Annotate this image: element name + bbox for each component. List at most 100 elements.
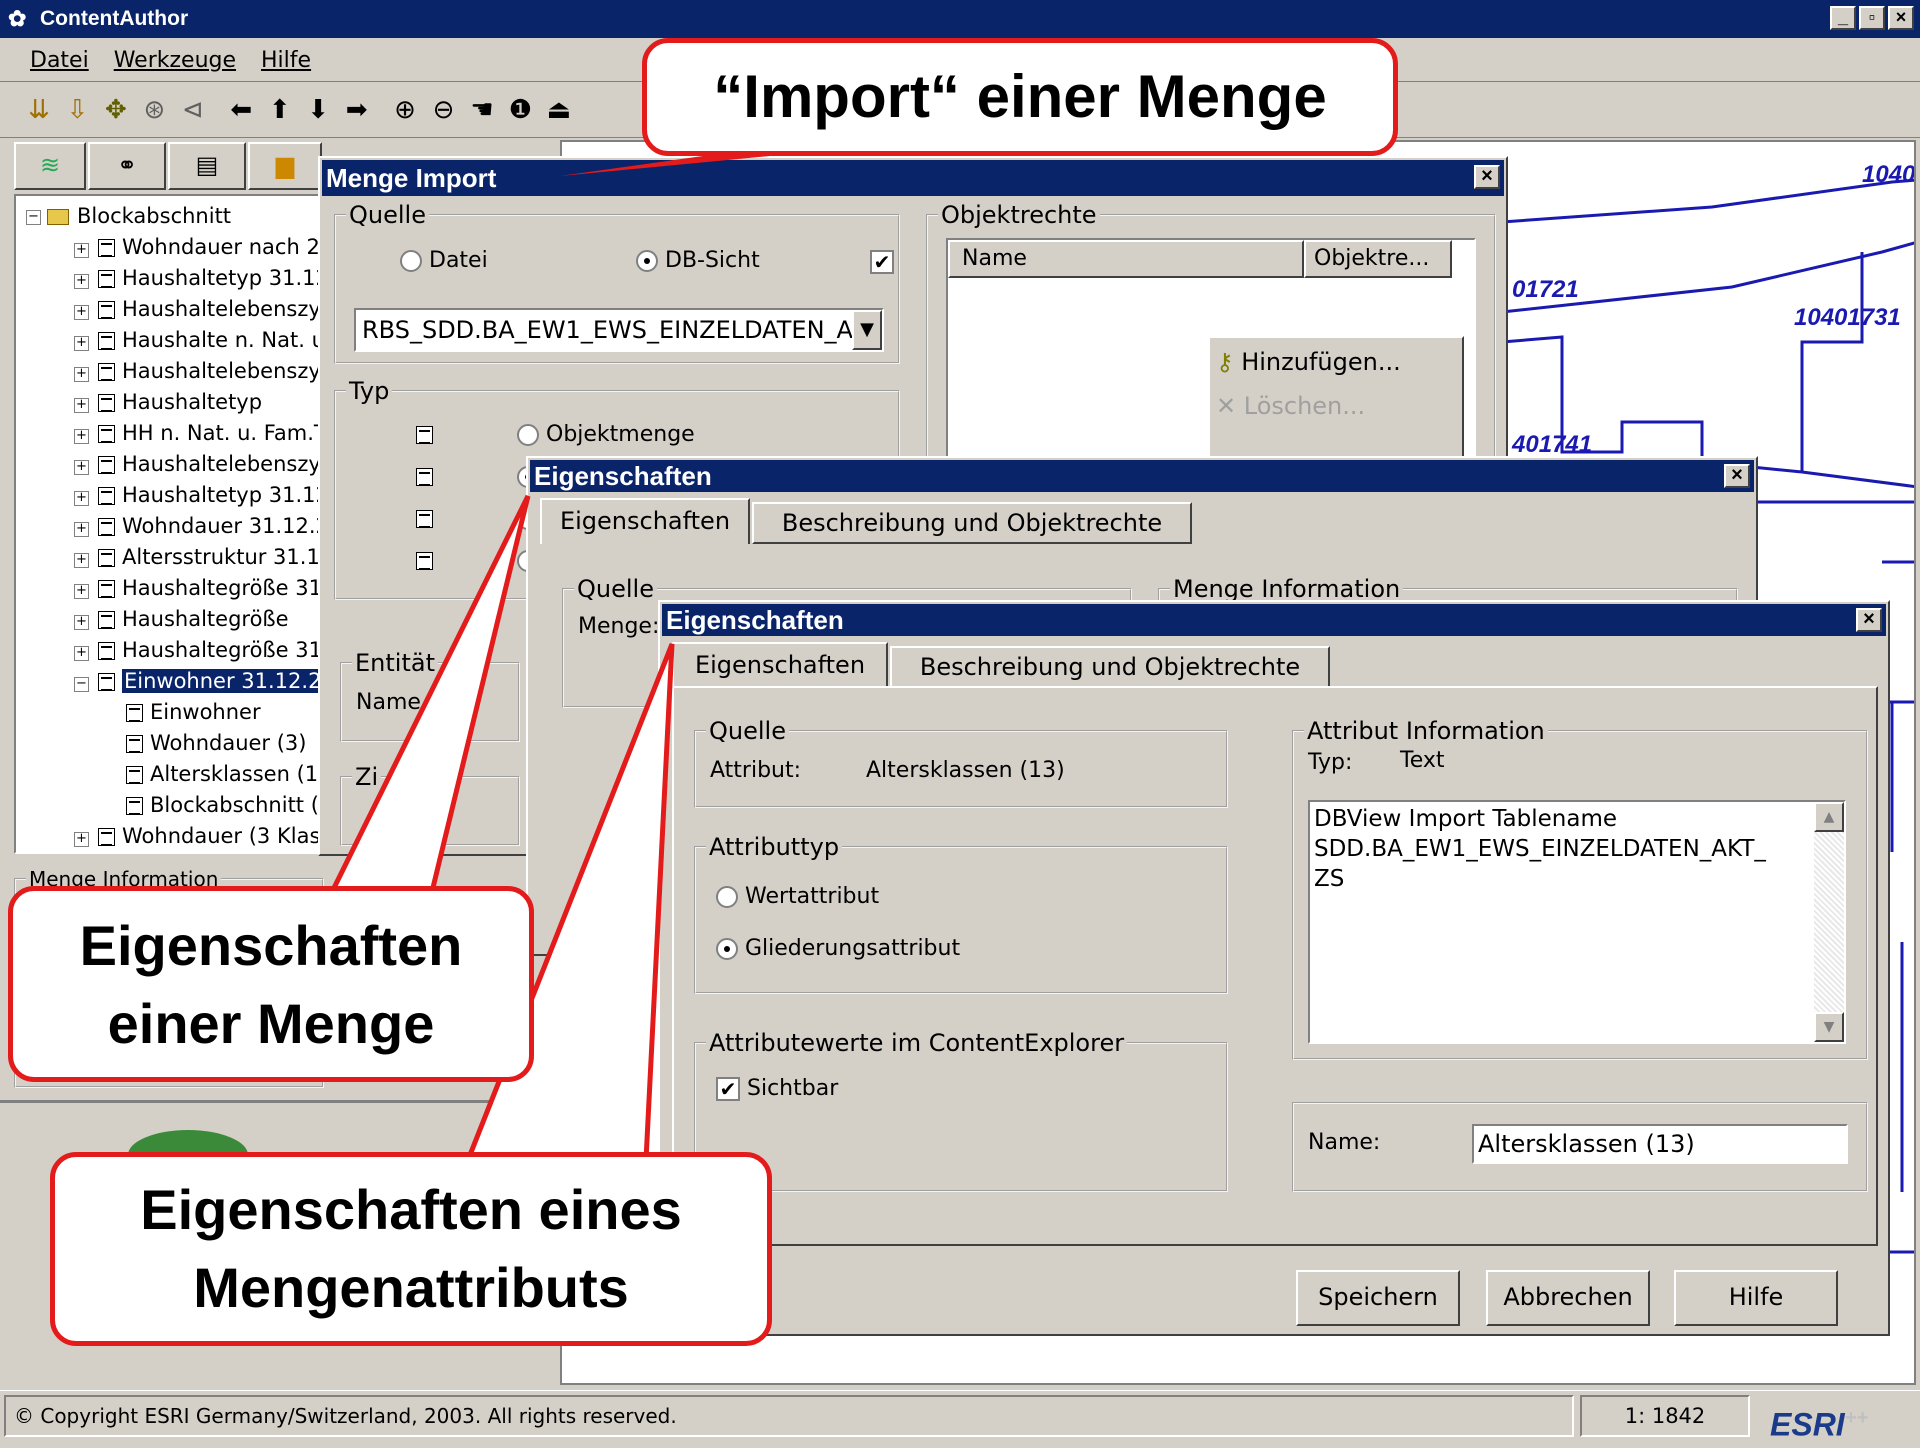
name-input[interactable]: Altersklassen (13): [1472, 1124, 1848, 1164]
layer-tree: − Blockabschnitt + Wohndauer nach 2.A + Hau…: [14, 194, 324, 854]
restore-button[interactable]: ▫: [1859, 6, 1885, 30]
tree-item[interactable]: +Altersstruktur 31.12.2: [26, 545, 322, 576]
arrow-up-icon[interactable]: ⬆: [263, 92, 297, 126]
abbrechen-button[interactable]: Abbrechen: [1486, 1270, 1650, 1326]
tree-item[interactable]: + HH n. Nat. u. Fam.Ty: [26, 421, 322, 452]
tree-item-selected[interactable]: −Einwohner 31.12.200: [26, 669, 322, 700]
speichern-button[interactable]: Speichern: [1296, 1270, 1460, 1326]
menge-import-titlebar: Menge Import ×: [322, 160, 1504, 196]
hilfe-button[interactable]: Hilfe: [1674, 1270, 1838, 1326]
name-group: Name: Altersklassen (13): [1292, 1102, 1868, 1192]
zoom-in-icon[interactable]: ⊕: [388, 92, 422, 126]
layer-add-icon[interactable]: ⇊: [22, 92, 56, 126]
tree-child[interactable]: Blockabschnitt (N: [26, 793, 322, 824]
col-name-header[interactable]: Name: [948, 240, 1304, 278]
callout-attribut: Eigenschaften eines Mengenattributs: [50, 1152, 772, 1346]
entitaet-group: Entität Name: [340, 649, 520, 742]
callout-menge-line2: einer Menge: [107, 992, 435, 1055]
scrollbar[interactable]: ▲ ▼: [1814, 802, 1844, 1042]
arrow-left-icon[interactable]: ⬅: [224, 92, 258, 126]
layers-icon[interactable]: ≋: [14, 142, 86, 190]
tree-root[interactable]: − Blockabschnitt: [26, 204, 322, 235]
zoom-out-icon[interactable]: ⊖: [427, 92, 461, 126]
tree-child[interactable]: Altersklassen (13: [26, 762, 322, 793]
menu-hilfe[interactable]: Hilfe: [261, 48, 311, 73]
db-sicht-radio[interactable]: DB-Sicht: [636, 248, 760, 273]
layer-settings-icon[interactable]: ⊛: [137, 92, 171, 126]
tree-child[interactable]: Einwohner: [26, 700, 322, 731]
hinzufuegen-menu-item[interactable]: ⚷ Hinzufügen...: [1216, 348, 1401, 376]
map-label: 1040: [1862, 161, 1916, 188]
tree-item[interactable]: + Haushaltetyp: [26, 390, 322, 421]
menu-werkzeuge[interactable]: Werkzeuge: [114, 48, 236, 73]
table-icon[interactable]: ▤: [168, 142, 246, 190]
chevron-down-icon[interactable]: ▼: [852, 310, 882, 350]
attribut-information-group: Attribut Information Typ: Text DBView Im…: [1292, 717, 1868, 1060]
typ-radio-4[interactable]: [416, 548, 539, 573]
tab-eigenschaften[interactable]: Eigenschaften: [672, 642, 888, 688]
wertattribut-radio[interactable]: Wertattribut: [716, 884, 879, 909]
group-label: Menge Information: [1170, 575, 1404, 603]
status-copyright: © Copyright ESRI Germany/Switzerland, 20…: [4, 1395, 1574, 1437]
callout-menge: Eigenschaften einer Menge: [8, 886, 534, 1082]
tab-beschreibung[interactable]: Beschreibung und Objektrechte: [752, 502, 1192, 544]
tablename-textarea[interactable]: DBView Import Tablename SDD.BA_EW1_EWS_E…: [1308, 800, 1846, 1044]
attributtyp-group: Attributtyp Wertattribut Gliederungsattr…: [694, 833, 1228, 994]
close-button[interactable]: ×: [1888, 6, 1914, 30]
callout-menge-line1: Eigenschaften: [79, 914, 463, 977]
tree-item[interactable]: + Haushaltelebenszykl: [26, 359, 322, 390]
map-label: 10401731: [1794, 304, 1901, 331]
db-sicht-checkbox[interactable]: ✔: [870, 250, 894, 274]
group-label: Typ: [346, 377, 393, 405]
scroll-down-icon[interactable]: ▼: [1814, 1012, 1844, 1042]
loeschen-menu-item[interactable]: ✕ Löschen...: [1216, 392, 1365, 420]
chart-icon[interactable]: ▆: [248, 142, 322, 190]
close-icon[interactable]: ×: [1856, 608, 1882, 632]
left-panel-tabs: ≋ ⚭ ▤ ▆: [14, 142, 324, 190]
objektmenge-radio[interactable]: Objektmenge: [416, 422, 695, 447]
layer-import-icon[interactable]: ⇩: [60, 92, 94, 126]
minimize-button[interactable]: _: [1830, 6, 1856, 30]
tab-beschreibung[interactable]: Beschreibung und Objektrechte: [890, 646, 1330, 688]
group-label: Attribut Information: [1304, 717, 1548, 745]
tree-child[interactable]: Wohndauer (3): [26, 731, 322, 762]
callout-attribut-line2: Mengenattributs: [193, 1256, 629, 1319]
source-select[interactable]: RBS_SDD.BA_EW1_EWS_EINZELDATEN_A ▼: [354, 308, 884, 352]
tree-item[interactable]: + Haushaltelebenszykl: [26, 452, 322, 483]
col-objektrechte-header[interactable]: Objektre...: [1304, 240, 1452, 278]
tree-item[interactable]: + Haushaltegröße 31.1: [26, 576, 322, 607]
gliederungsattribut-radio[interactable]: Gliederungsattribut: [716, 936, 960, 961]
typ-radio-3[interactable]: [416, 506, 539, 531]
binoculars-icon[interactable]: ⚭: [88, 142, 166, 190]
tree-item[interactable]: + Haushalte n. Nat. u. I: [26, 328, 322, 359]
tree-item[interactable]: +Haushaltetyp 31.12.2: [26, 483, 322, 514]
tree-item[interactable]: + Haushaltegröße: [26, 607, 322, 638]
callout-attribut-line1: Eigenschaften eines: [140, 1178, 682, 1241]
tree-item[interactable]: + Haushaltelebenszykl: [26, 297, 322, 328]
attribut-label: Attribut:: [710, 758, 802, 783]
name-label: Name: [356, 690, 421, 715]
datei-radio[interactable]: Datei: [400, 248, 488, 273]
layer-back-icon[interactable]: ⊲: [176, 92, 210, 126]
sichtbar-checkbox[interactable]: ✔ Sichtbar: [716, 1076, 838, 1101]
tree-item[interactable]: + Wohndauer (3 Klasse: [26, 824, 322, 852]
arrow-right-icon[interactable]: ➡: [340, 92, 374, 126]
scroll-up-icon[interactable]: ▲: [1814, 802, 1844, 832]
attributwerte-group: Attributewerte im ContentExplorer ✔ Sich…: [694, 1029, 1228, 1192]
layer-tools-icon[interactable]: ✥: [99, 92, 133, 126]
status-scale: 1: 1842: [1580, 1395, 1750, 1437]
esri-logo-text: ESRI: [1770, 1406, 1845, 1443]
info-icon[interactable]: ❶: [503, 92, 537, 126]
typ-radio-2[interactable]: [416, 464, 539, 489]
pan-hand-icon[interactable]: ☚: [465, 92, 499, 126]
tree-item[interactable]: + Wohndauer 31.12.20: [26, 514, 322, 545]
close-icon[interactable]: ×: [1474, 165, 1500, 189]
tree-item[interactable]: + Haushaltegröße 31.1: [26, 638, 322, 669]
tree-item[interactable]: +Haushaltetyp 31.12.2: [26, 266, 322, 297]
tab-eigenschaften[interactable]: Eigenschaften: [540, 498, 750, 544]
tree-item[interactable]: + Wohndauer nach 2.A: [26, 235, 322, 266]
measure-icon[interactable]: ⏏: [542, 92, 576, 126]
close-icon[interactable]: ×: [1724, 464, 1750, 488]
menu-datei[interactable]: Datei: [30, 48, 89, 73]
arrow-down-icon[interactable]: ⬇: [301, 92, 335, 126]
